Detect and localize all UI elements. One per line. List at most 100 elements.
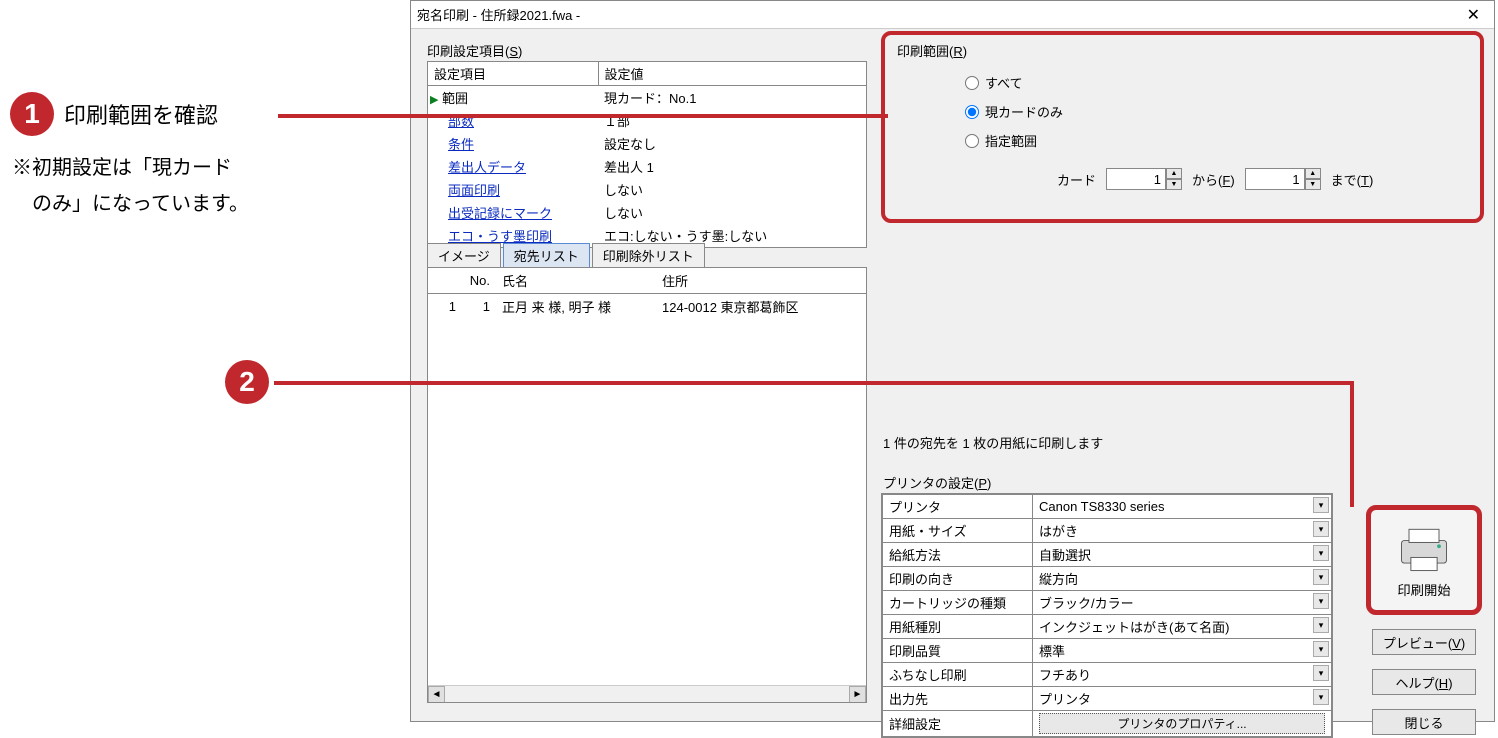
card-label: カード bbox=[1057, 170, 1096, 189]
annotation-1-text: 印刷範囲を確認 bbox=[64, 98, 218, 130]
dropdown-icon[interactable]: ▾ bbox=[1313, 665, 1329, 681]
printer-properties-button[interactable]: プリンタのプロパティ... bbox=[1039, 713, 1325, 734]
annotation-note-line2: のみ」になっています。 bbox=[12, 186, 249, 222]
dropdown-icon[interactable]: ▾ bbox=[1313, 641, 1329, 657]
status-text: 1 件の宛先を 1 枚の用紙に印刷します bbox=[883, 433, 1103, 452]
to-up-icon[interactable]: ▲ bbox=[1305, 168, 1321, 179]
dropdown-icon[interactable]: ▾ bbox=[1313, 521, 1329, 537]
close-button[interactable]: 閉じる bbox=[1372, 709, 1476, 735]
settings-row-condition[interactable]: 条件 設定なし bbox=[428, 132, 866, 155]
addr-header-address: 住所 bbox=[656, 268, 866, 294]
radio-range[interactable]: 指定範囲 bbox=[965, 131, 1460, 150]
settings-header-item: 設定項目 bbox=[428, 62, 598, 86]
settings-label-mnemonic: S bbox=[509, 44, 518, 59]
settings-row-name: 出受記録にマーク bbox=[434, 206, 552, 221]
settings-row-value: 現カード：No.1 bbox=[598, 86, 866, 110]
titlebar: 宛名印刷 - 住所録2021.fwa - ✕ bbox=[411, 1, 1494, 29]
printer-row-val: はがき bbox=[1039, 524, 1078, 539]
dropdown-icon[interactable]: ▾ bbox=[1313, 689, 1329, 705]
preview-button[interactable]: プレビュー(V) bbox=[1372, 629, 1476, 655]
printer-icon bbox=[1394, 522, 1454, 576]
settings-row-value: １部 bbox=[598, 109, 866, 132]
printer-row-feed[interactable]: 給紙方法自動選択 ▾ bbox=[883, 543, 1332, 567]
print-start-button[interactable]: 印刷開始 bbox=[1366, 505, 1482, 615]
settings-row-mark[interactable]: 出受記録にマーク しない bbox=[428, 201, 866, 224]
print-range-group: 印刷範囲(R) すべて 現カードのみ 指定範囲 カード ▲▼ から(F bbox=[881, 31, 1484, 223]
printer-row-val: インクジェットはがき(あて名面) bbox=[1039, 620, 1229, 635]
settings-row-name: 差出人データ bbox=[434, 160, 526, 175]
to-label: まで(T) bbox=[1331, 170, 1374, 189]
radio-range-input[interactable] bbox=[965, 134, 979, 148]
addr-row-address: 124-0012 東京都葛飾区 bbox=[656, 294, 866, 320]
dropdown-icon[interactable]: ▾ bbox=[1313, 497, 1329, 513]
printer-row-val: プリンタ bbox=[1039, 692, 1091, 707]
printer-label-mnemonic: P bbox=[978, 476, 987, 491]
printer-row-val: 自動選択 bbox=[1039, 548, 1091, 563]
range-label-pre: 印刷範囲( bbox=[897, 44, 953, 59]
scroll-track[interactable] bbox=[445, 686, 849, 702]
scroll-left-icon[interactable]: ◄ bbox=[428, 686, 445, 703]
tab-image[interactable]: イメージ bbox=[427, 243, 501, 268]
to-spinner[interactable]: ▲▼ bbox=[1245, 168, 1321, 190]
annotation-note: ※初期設定は「現カード のみ」になっています。 bbox=[12, 150, 249, 222]
settings-row-value: しない bbox=[598, 178, 866, 201]
radio-current-input[interactable] bbox=[965, 105, 979, 119]
settings-row-name: エコ・うす墨印刷 bbox=[434, 229, 552, 244]
dropdown-icon[interactable]: ▾ bbox=[1313, 617, 1329, 633]
settings-row-name: 範囲 bbox=[442, 91, 468, 106]
printer-settings-table: プリンタ Canon TS8330 series ▾ 用紙・サイズはがき ▾ 給紙方法… bbox=[881, 493, 1333, 738]
tab-exclude-list[interactable]: 印刷除外リスト bbox=[592, 243, 705, 268]
from-down-icon[interactable]: ▼ bbox=[1166, 179, 1182, 190]
settings-row-copies[interactable]: 部数 １部 bbox=[428, 109, 866, 132]
printer-row-val: Canon TS8330 series bbox=[1039, 499, 1165, 514]
settings-header-value: 設定値 bbox=[598, 62, 866, 86]
printer-row-val: フチあり bbox=[1039, 668, 1091, 683]
printer-row-key: 印刷品質 bbox=[883, 639, 1033, 663]
connector-line-2a bbox=[274, 381, 1354, 385]
range-inputs: カード ▲▼ から(F) ▲▼ まで(T) bbox=[1057, 168, 1460, 190]
dropdown-icon[interactable]: ▾ bbox=[1313, 569, 1329, 585]
list-tabs: イメージ 宛先リスト 印刷除外リスト bbox=[427, 243, 705, 268]
printer-row-output[interactable]: 出力先プリンタ▾ bbox=[883, 687, 1332, 711]
settings-row-range[interactable]: ▶範囲 現カード：No.1 bbox=[428, 86, 866, 110]
connector-line-2b bbox=[1350, 381, 1354, 507]
printer-row-quality[interactable]: 印刷品質標準▾ bbox=[883, 639, 1332, 663]
radio-current[interactable]: 現カードのみ bbox=[965, 102, 1460, 121]
radio-all[interactable]: すべて bbox=[965, 73, 1460, 92]
settings-row-sender[interactable]: 差出人データ 差出人 1 bbox=[428, 155, 866, 178]
to-input[interactable] bbox=[1245, 168, 1305, 190]
printer-row-detail[interactable]: 詳細設定プリンタのプロパティ... bbox=[883, 711, 1332, 737]
printer-row-key: 詳細設定 bbox=[883, 711, 1033, 737]
settings-row-duplex[interactable]: 両面印刷 しない bbox=[428, 178, 866, 201]
circle-number-1: 1 bbox=[10, 92, 54, 136]
settings-row-value: しない bbox=[598, 201, 866, 224]
from-spinner[interactable]: ▲▼ bbox=[1106, 168, 1182, 190]
print-start-label: 印刷開始 bbox=[1397, 580, 1450, 599]
printer-row-key: 給紙方法 bbox=[883, 543, 1033, 567]
printer-row-paper-type[interactable]: 用紙種別インクジェットはがき(あて名面)▾ bbox=[883, 615, 1332, 639]
dropdown-icon[interactable]: ▾ bbox=[1313, 593, 1329, 609]
from-input[interactable] bbox=[1106, 168, 1166, 190]
printer-row-orientation[interactable]: 印刷の向き縦方向▾ bbox=[883, 567, 1332, 591]
help-button[interactable]: ヘルプ(H) bbox=[1372, 669, 1476, 695]
dropdown-icon[interactable]: ▾ bbox=[1313, 545, 1329, 561]
printer-row-printer[interactable]: プリンタCanon TS8330 series▾ bbox=[883, 495, 1332, 519]
radio-current-label: 現カードのみ bbox=[985, 102, 1063, 121]
tab-address-list[interactable]: 宛先リスト bbox=[503, 243, 590, 268]
printer-row-paper[interactable]: 用紙・サイズはがき ▾ bbox=[883, 519, 1332, 543]
addr-header-name: 氏名 bbox=[496, 268, 656, 294]
addr-row-no: 1 bbox=[462, 294, 496, 320]
addr-row[interactable]: 1 1 正月 来 様, 明子 様 124-0012 東京都葛飾区 bbox=[428, 294, 866, 320]
radio-all-input[interactable] bbox=[965, 76, 979, 90]
scroll-right-icon[interactable]: ► bbox=[849, 686, 866, 703]
printer-row-cartridge[interactable]: カートリッジの種類ブラック/カラー▾ bbox=[883, 591, 1332, 615]
horizontal-scrollbar[interactable]: ◄ ► bbox=[428, 685, 866, 702]
printer-row-key: カートリッジの種類 bbox=[883, 591, 1033, 615]
settings-label-post: ) bbox=[518, 44, 522, 59]
to-down-icon[interactable]: ▼ bbox=[1305, 179, 1321, 190]
range-label-mnemonic: R bbox=[953, 44, 962, 59]
from-up-icon[interactable]: ▲ bbox=[1166, 168, 1182, 179]
printer-row-key: 用紙・サイズ bbox=[883, 519, 1033, 543]
close-icon[interactable]: ✕ bbox=[1459, 5, 1488, 25]
printer-row-borderless[interactable]: ふちなし印刷フチあり▾ bbox=[883, 663, 1332, 687]
